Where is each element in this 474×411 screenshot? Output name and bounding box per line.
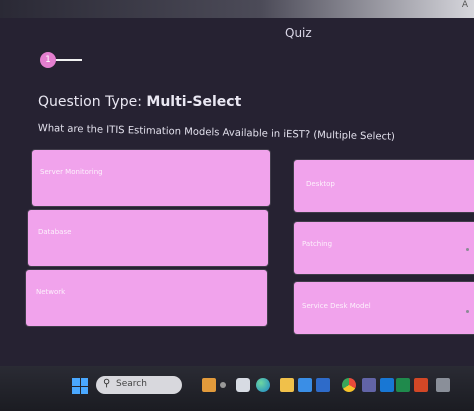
progress-bar xyxy=(56,59,82,61)
powerpoint-icon[interactable] xyxy=(414,378,428,392)
edge-icon[interactable] xyxy=(256,378,270,392)
top-glare xyxy=(0,0,474,18)
search-placeholder: Search xyxy=(116,379,147,389)
quiz-screen: A Quiz 1 Question Type: Multi-Select Wha… xyxy=(0,0,474,411)
teams-icon[interactable] xyxy=(362,378,376,392)
progress-step-indicator: 1 xyxy=(40,52,56,68)
option-database[interactable]: Database xyxy=(28,210,268,266)
search-icon: ⚲ xyxy=(103,378,111,389)
option-label: Network xyxy=(36,288,66,296)
question-type-label: Question Type: xyxy=(38,94,142,110)
question-type: Question Type: Multi-Select xyxy=(38,94,241,110)
briefcase-icon[interactable] xyxy=(202,378,216,392)
chrome-icon[interactable] xyxy=(342,378,356,392)
store-icon[interactable] xyxy=(298,378,312,392)
outlook-icon[interactable] xyxy=(380,378,394,392)
scroll-indicator xyxy=(466,310,469,313)
option-label: Desktop xyxy=(306,180,335,188)
option-label: Server Monitoring xyxy=(40,168,103,176)
taskbar: ⚲ Search xyxy=(0,366,474,411)
corner-text: A xyxy=(461,0,468,10)
option-patching[interactable]: Patching xyxy=(294,222,474,274)
excel-icon[interactable] xyxy=(396,378,410,392)
app-icon[interactable] xyxy=(436,378,450,392)
option-label: Database xyxy=(38,228,72,236)
folder-icon[interactable] xyxy=(280,378,294,392)
option-server-monitoring[interactable]: Server Monitoring xyxy=(32,150,270,206)
taskbar-search[interactable]: ⚲ Search xyxy=(96,376,182,394)
camera-icon[interactable] xyxy=(236,378,250,392)
word-icon[interactable] xyxy=(316,378,330,392)
option-desktop[interactable]: Desktop xyxy=(294,160,474,212)
option-service-desk-model[interactable]: Service Desk Model xyxy=(294,282,474,334)
page-title: Quiz xyxy=(285,26,312,40)
question-type-value: Multi-Select xyxy=(146,94,242,110)
scroll-indicator xyxy=(466,248,469,251)
option-label: Service Desk Model xyxy=(302,302,371,310)
option-label: Patching xyxy=(302,240,333,248)
option-network[interactable]: Network xyxy=(26,270,267,326)
question-text: What are the ITIS Estimation Models Avai… xyxy=(37,123,396,143)
windows-start-icon[interactable] xyxy=(72,378,88,394)
app-dot-icon[interactable] xyxy=(220,382,226,388)
